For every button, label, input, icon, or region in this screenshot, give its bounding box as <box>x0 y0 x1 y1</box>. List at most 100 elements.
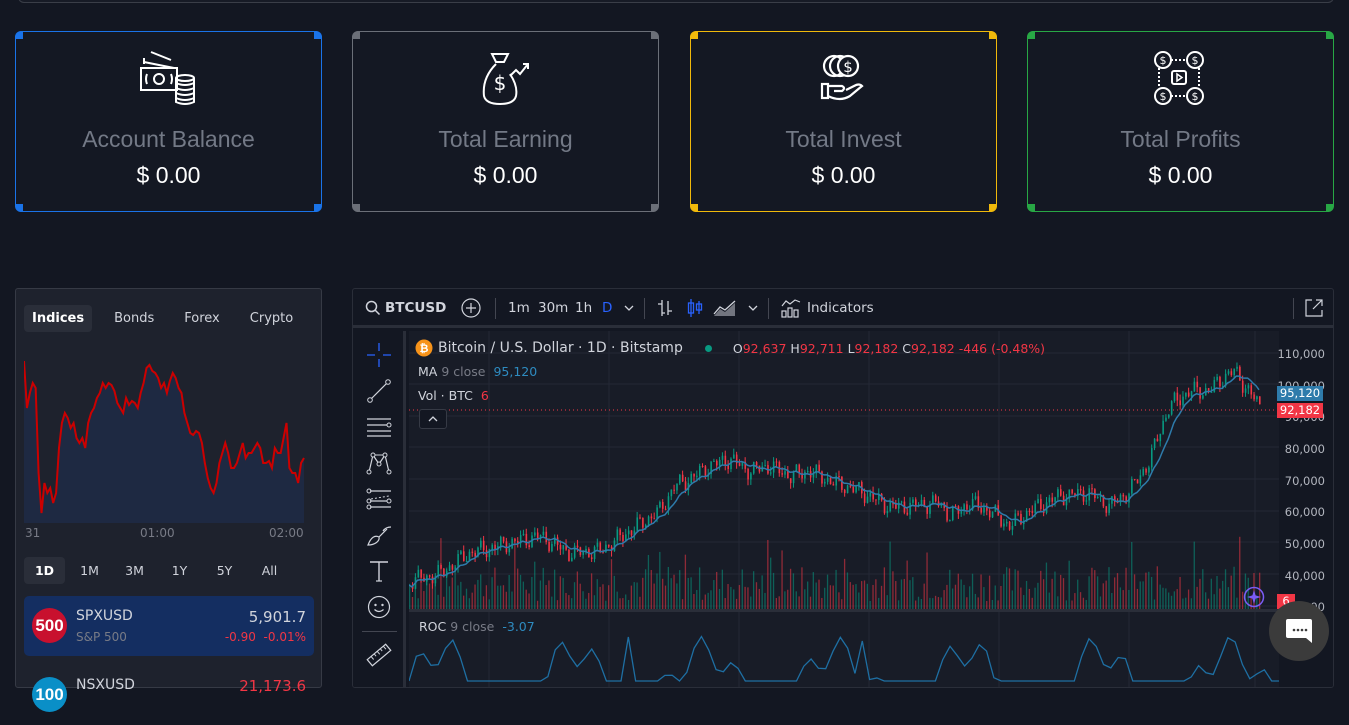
range-tab-5y[interactable]: 5Y <box>204 557 245 584</box>
volume-legend[interactable]: Vol · BTC 6 <box>418 388 489 403</box>
candle-body <box>951 506 954 521</box>
candle-body <box>664 508 667 510</box>
text-tool-icon[interactable] <box>365 557 393 585</box>
candle-body <box>1031 511 1034 513</box>
volume-bar <box>841 599 843 609</box>
candle-body <box>1051 497 1054 502</box>
interval-1h[interactable]: 1h <box>575 289 592 327</box>
brush-icon[interactable] <box>365 521 393 549</box>
ai-assistant-icon[interactable] <box>1243 586 1265 608</box>
volume-bar <box>886 595 888 609</box>
ruler-icon[interactable] <box>365 641 393 669</box>
candle-body <box>460 551 462 554</box>
market-row-spxusd[interactable]: 500 SPXUSD S&P 500 5,901.7 -0.90 -0.01% <box>24 596 314 656</box>
bar-style-button[interactable] <box>655 289 675 327</box>
volume-bar <box>610 559 613 609</box>
volume-bar <box>1025 580 1028 609</box>
range-tab-all[interactable]: All <box>249 557 290 584</box>
volume-bar <box>1162 587 1164 609</box>
volume-bar <box>653 583 655 609</box>
candle-body <box>1196 381 1199 388</box>
candle-body <box>926 507 928 514</box>
market-tab-forex[interactable]: Forex <box>176 305 228 332</box>
candle-body <box>713 460 715 462</box>
chat-support-button[interactable] <box>1269 601 1329 661</box>
volume-bar <box>1185 597 1187 609</box>
candle-body <box>1216 376 1218 381</box>
interval-1m[interactable]: 1m <box>508 289 530 327</box>
candle-body <box>906 512 909 515</box>
volume-bar <box>1074 593 1076 609</box>
roc-legend[interactable]: ROC 9 close -3.07 <box>419 619 535 634</box>
y-axis-label: 70,000 <box>1284 474 1325 488</box>
market-row-nsxusd[interactable]: 100 NSXUSD 21,173.6 <box>24 665 314 725</box>
interval-30m[interactable]: 30m <box>538 289 568 327</box>
volume-bar <box>687 577 689 609</box>
open-popup-button[interactable] <box>1304 289 1324 327</box>
candle-body <box>522 533 525 536</box>
range-tab-3m[interactable]: 3M <box>114 557 155 584</box>
candle-body <box>1173 392 1176 402</box>
trend-line-icon[interactable] <box>365 377 393 405</box>
area-style-button[interactable] <box>713 289 737 327</box>
crosshair-icon[interactable] <box>365 341 393 369</box>
volume-bar <box>448 586 451 609</box>
range-tab-1m[interactable]: 1M <box>69 557 110 584</box>
card-corner-accent <box>352 31 360 39</box>
volume-bar <box>795 591 797 609</box>
symbol-search-button[interactable]: BTCUSD <box>365 289 446 327</box>
market-tab-bonds[interactable]: Bonds <box>106 305 162 332</box>
candle-body <box>846 485 849 494</box>
card-value: $ 0.00 <box>1148 162 1213 188</box>
candle-body <box>863 493 866 503</box>
chart-type-dropdown[interactable] <box>747 289 759 327</box>
volume-bar <box>895 581 897 609</box>
candle-body <box>986 507 988 511</box>
interval-dropdown[interactable] <box>623 289 635 327</box>
candle-body <box>693 473 695 477</box>
ma-legend[interactable]: MA 9 close 95,120 <box>418 364 537 379</box>
volume-bar <box>946 584 948 609</box>
pattern-icon[interactable] <box>365 449 393 477</box>
symbol-name: S&P 500 <box>76 630 127 644</box>
volume-bar <box>676 583 678 609</box>
volume-bar <box>1011 590 1013 609</box>
toolbar-divider <box>1293 298 1294 319</box>
volume-bar <box>778 596 780 609</box>
volume-bar <box>1102 583 1104 609</box>
volume-bar <box>502 585 505 609</box>
market-tab-crypto[interactable]: Crypto <box>242 305 301 332</box>
volume-bar <box>1042 579 1045 609</box>
horizontal-lines-icon[interactable] <box>365 413 393 441</box>
volume-bar <box>417 598 419 609</box>
volume-bar <box>724 598 726 609</box>
volume-bar <box>1077 579 1079 609</box>
candle-body <box>1153 438 1156 449</box>
candle-body <box>1011 525 1014 530</box>
compare-symbol-button[interactable] <box>461 289 481 327</box>
symbol-price: 5,901.7 <box>248 608 306 626</box>
range-tab-1y[interactable]: 1Y <box>159 557 200 584</box>
volume-bar <box>710 590 712 609</box>
candle-body <box>1250 385 1253 395</box>
candle-body <box>1079 489 1082 491</box>
volume-bar <box>627 599 630 609</box>
volume-bar <box>545 585 547 609</box>
emoji-icon[interactable] <box>365 593 393 621</box>
interval-d[interactable]: D <box>602 289 612 327</box>
card-label: Total Invest <box>785 126 902 152</box>
range-tab-1d[interactable]: 1D <box>24 557 65 584</box>
candle-style-button[interactable] <box>685 289 705 327</box>
volume-bar <box>744 586 746 609</box>
collapse-legend-button[interactable] <box>419 409 447 429</box>
price-chart-area[interactable] <box>409 331 1279 688</box>
market-tab-indices[interactable]: Indices <box>24 305 93 332</box>
volume-bar <box>440 538 442 609</box>
volume-bar <box>923 583 925 609</box>
indicators-button[interactable]: Indicators <box>781 289 874 327</box>
candle-body <box>627 530 630 535</box>
candle-body <box>548 542 550 552</box>
candle-body <box>440 564 442 569</box>
candle-body <box>1230 371 1233 376</box>
fib-retracement-icon[interactable] <box>365 485 393 513</box>
